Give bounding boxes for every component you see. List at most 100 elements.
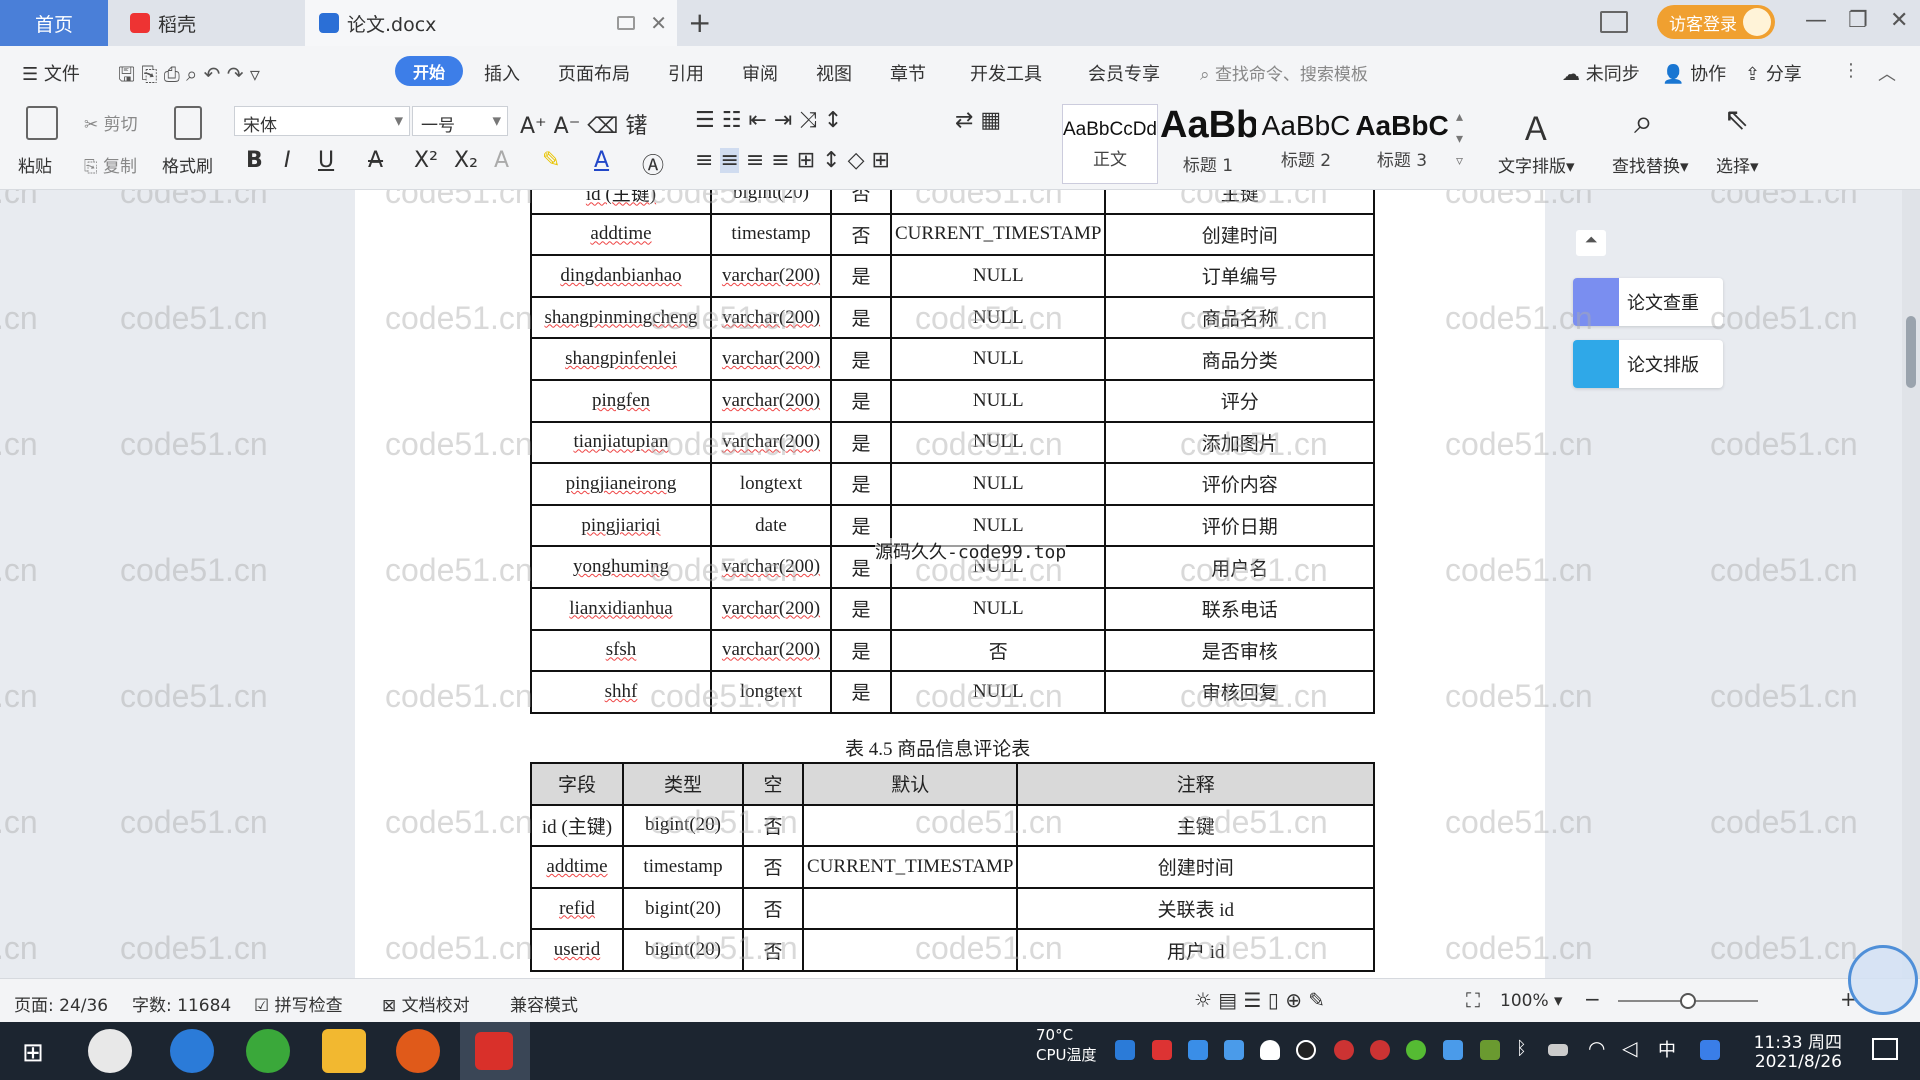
paste-icon[interactable] [26,106,58,140]
scrollbar-thumb[interactable] [1906,316,1916,388]
notification-bell-icon[interactable] [1260,1040,1280,1060]
qq-icon[interactable] [1296,1040,1316,1060]
close-tab-icon[interactable]: ✕ [650,11,667,35]
monitor-icon[interactable] [617,16,635,30]
wps-taskbar-button[interactable] [460,1022,530,1080]
menu-developer[interactable]: 开发工具 [970,60,1042,86]
menu-insert[interactable]: 插入 [484,60,520,86]
collapse-ribbon-icon[interactable]: ︿ [1878,60,1896,86]
menu-review[interactable]: 审阅 [742,60,778,86]
quick-access-icons[interactable]: 🖫 ⎘ ⎙ ⌕ ↶ ↷ ▿ [118,60,260,94]
italic-button[interactable]: I [284,148,291,173]
sync-button[interactable]: ☁ 未同步 [1562,60,1640,86]
alignment-tools[interactable]: ≡ ≡ ≡ ≡ ⊞ ↕ ◇ ⊞ [695,148,890,173]
font-name-select[interactable]: 宋体 ▾ [234,106,410,136]
subscript-button[interactable]: X₂ [454,148,478,173]
app-icon-orange[interactable] [396,1029,440,1073]
spell-check-button[interactable]: ☑ 拼写检查 [254,991,343,1016]
app-icon-fan[interactable] [88,1029,132,1073]
guest-login-button[interactable]: 访客登录 [1657,5,1775,39]
paste-button[interactable]: 粘贴 [18,152,52,177]
word-count[interactable]: 字数: 11684 [132,991,231,1016]
find-replace-button[interactable]: 查找替换▾ [1612,152,1689,177]
font-size-select[interactable]: 一号 ▾ [412,106,508,136]
tray-icon-red-2[interactable] [1370,1040,1390,1060]
highlight-icon[interactable]: ✎ [542,148,560,173]
windows-start-icon[interactable]: ⊞ [22,1038,44,1068]
ime-indicator[interactable]: 中 [1658,1036,1676,1062]
collab-button[interactable]: 👤 协作 [1662,60,1726,86]
zoom-out-button[interactable]: − [1584,987,1601,1011]
close-window-icon[interactable]: ✕ [1890,8,1908,33]
zoom-slider[interactable] [1618,993,1758,1009]
menu-view[interactable]: 视图 [816,60,852,86]
menu-file[interactable]: ☰ 文件 [22,60,80,86]
cut-button[interactable]: ✂ 剪切 [84,110,138,135]
zoom-level[interactable]: 100% ▾ [1500,991,1563,1011]
sort-tools[interactable]: ⇄ ▦ [955,108,1001,133]
zoom-slider-knob[interactable] [1680,993,1696,1009]
volume-icon[interactable]: ◁ [1622,1036,1637,1060]
tray-icon-1[interactable] [1115,1040,1135,1060]
menu-chapter[interactable]: 章节 [890,60,926,86]
proofread-button[interactable]: ⊠ 文档校对 [382,991,470,1016]
bluetooth-icon[interactable]: ᛒ [1516,1038,1527,1059]
text-layout-button[interactable]: 文字排版▾ [1498,152,1575,177]
tray-icon-2[interactable] [1152,1040,1172,1060]
style-heading-3[interactable]: AaBbC 标题 3 [1354,104,1450,184]
taskbar-time[interactable]: 11:33 周四 [1740,1028,1842,1053]
file-explorer-icon[interactable] [322,1029,366,1073]
browser-360-icon[interactable] [246,1029,290,1073]
font-color-button[interactable]: A [594,148,609,173]
format-painter-button[interactable]: 格式刷 [162,152,213,177]
more-icon[interactable]: ⋮ [1842,60,1860,81]
style-heading-2[interactable]: AaBbC 标题 2 [1258,104,1354,184]
menu-references[interactable]: 引用 [668,60,704,86]
text-layout-icon[interactable]: Ａ [1520,104,1552,150]
find-icon[interactable]: ⌕ [1634,102,1653,142]
select-cursor-icon[interactable]: ⇖ [1724,102,1749,137]
shield-icon[interactable] [1224,1040,1244,1060]
tab-daoke[interactable]: 稻壳 [112,0,302,46]
tab-document[interactable]: 论文.docx ✕ [305,0,677,46]
tray-icon-blue[interactable] [1443,1040,1463,1060]
battery-icon[interactable] [1548,1044,1568,1056]
list-tools[interactable]: ☰ ☷ ⇤ ⇥ ⤨ ↕ [695,108,842,133]
styles-scroll-icon[interactable]: ▴ ▾ ▿ [1456,106,1463,172]
menu-start[interactable]: 开始 [395,56,463,86]
tray-icon-3[interactable] [1188,1040,1208,1060]
minimize-icon[interactable]: — [1805,8,1827,33]
page-count[interactable]: 页面: 24/36 [14,991,108,1016]
font-size-tools[interactable]: A⁺ A⁻ ⌫ 䦃 [520,108,647,140]
nvidia-icon[interactable] [1480,1040,1500,1060]
fit-page-icon[interactable]: ⛶ [1466,988,1480,1012]
menu-page-layout[interactable]: 页面布局 [558,60,630,86]
style-normal[interactable]: AaBbCcDd 正文 [1062,104,1158,184]
share-button[interactable]: ⇪ 分享 [1745,60,1802,86]
tray-icon-red[interactable] [1334,1040,1354,1060]
tab-home[interactable]: 首页 [0,0,108,46]
restore-icon[interactable]: ❐ [1848,8,1868,33]
tray-icon-green[interactable] [1406,1040,1426,1060]
char-border-button[interactable]: Ⓐ [642,148,664,180]
assistant-bubble[interactable] [1848,945,1918,1015]
superscript-button[interactable]: X² [414,148,438,173]
strikethrough-button[interactable]: A [368,148,383,173]
copy-button[interactable]: ⎘ 复制 [84,152,137,177]
bold-button[interactable]: B [246,148,263,173]
vertical-scrollbar[interactable] [1902,190,1920,978]
action-center-icon[interactable] [1872,1038,1898,1060]
wifi-icon[interactable]: ◠ [1588,1036,1605,1060]
format-painter-icon[interactable] [174,106,202,140]
select-button[interactable]: 选择▾ [1716,152,1759,177]
layout-icon[interactable] [1600,11,1628,33]
ie-browser-icon[interactable] [170,1029,214,1073]
text-effect-button[interactable]: A [494,148,509,173]
underline-button[interactable]: U [318,148,334,173]
search-command[interactable]: ⌕ 查找命令、搜索模板 [1200,60,1368,85]
view-mode-icons[interactable]: ☼ ▤ ☰ ▯ ⊕ ✎ [1194,988,1325,1012]
taskbar-date[interactable]: 2021/8/26 [1740,1052,1842,1072]
input-method-icon[interactable] [1700,1040,1720,1060]
style-heading-1[interactable]: AaBb 标题 1 [1160,104,1256,184]
new-tab-button[interactable]: + [688,6,711,39]
